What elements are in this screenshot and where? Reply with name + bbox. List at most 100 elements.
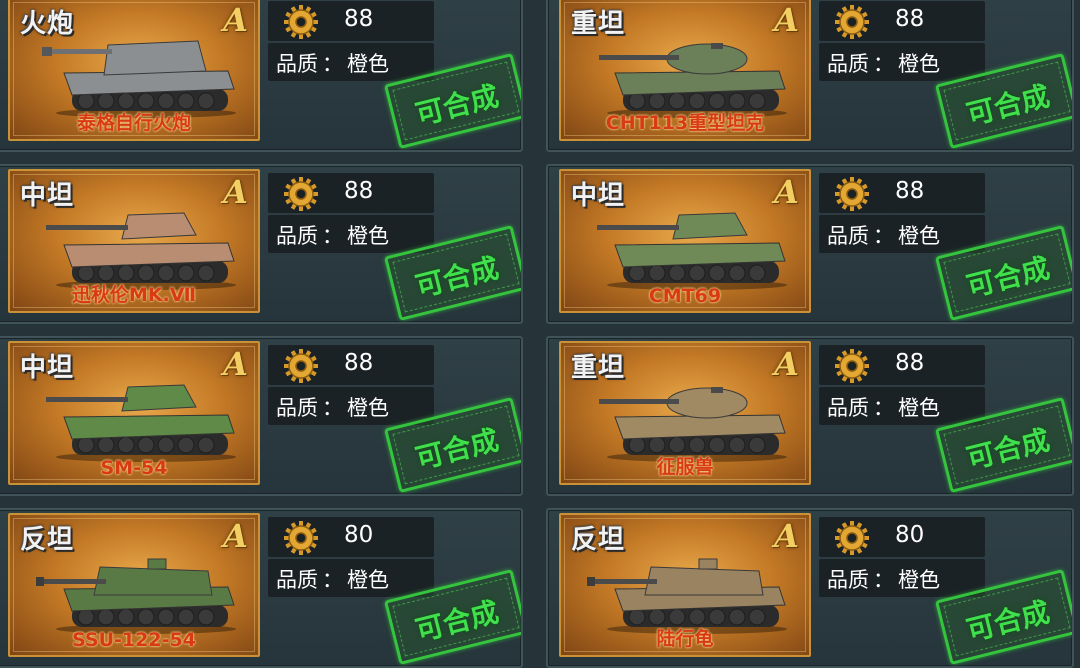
stamp-label: 可合成 (963, 79, 1053, 132)
tank-type-badge: 重坦 (571, 353, 626, 383)
cost-row: 88 (819, 173, 985, 213)
grade-letter: A (774, 517, 799, 555)
stamp-label: 可合成 (412, 423, 502, 476)
gear-icon (284, 349, 318, 383)
grade-letter: A (223, 517, 248, 555)
quality-value: 橙色 (347, 224, 389, 248)
gear-icon (835, 521, 869, 555)
quality-value: 橙色 (898, 396, 940, 420)
quality-separator: ： (873, 224, 894, 248)
tank-portrait[interactable]: 反坦 A SSU-122-54 (8, 513, 260, 657)
stamp-label: 可合成 (963, 423, 1053, 476)
cost-value: 88 (895, 6, 925, 32)
grade-letter: A (223, 1, 248, 39)
quality-text: 品质：橙色 (276, 220, 389, 250)
tank-name: CHT113重型坦克 (605, 112, 765, 134)
cost-value: 80 (895, 522, 925, 548)
quality-row: 品质：橙色 (819, 43, 985, 81)
quality-row: 品质：橙色 (819, 559, 985, 597)
stamp-label: 可合成 (963, 251, 1053, 304)
quality-value: 橙色 (347, 396, 389, 420)
tank-portrait[interactable]: 火炮 A 泰格自行火炮 (8, 0, 260, 141)
gear-icon (284, 5, 318, 39)
gear-icon (835, 5, 869, 39)
tank-portrait[interactable]: 重坦 A CHT113重型坦克 (559, 0, 811, 141)
grade-letter: A (223, 345, 248, 383)
quality-text: 品质：橙色 (276, 564, 389, 594)
quality-label: 品质 (827, 396, 869, 420)
tank-type-badge: 中坦 (20, 181, 75, 211)
tank-portrait[interactable]: 中坦 A 迅秋伦MK.Ⅶ (8, 169, 260, 313)
quality-text: 品质：橙色 (827, 220, 940, 250)
tank-card[interactable]: 中坦 A CMT69 88 品质：橙色 可合成 (546, 164, 1074, 324)
quality-row: 品质：橙色 (268, 43, 434, 81)
quality-row: 品质：橙色 (819, 387, 985, 425)
quality-separator: ： (322, 568, 343, 592)
tank-portrait[interactable]: 中坦 A CMT69 (559, 169, 811, 313)
quality-label: 品质 (827, 224, 869, 248)
tank-name: CMT69 (648, 285, 722, 307)
tank-card[interactable]: 重坦 A 征服兽 88 品质：橙色 可合成 (546, 336, 1074, 496)
quality-text: 品质：橙色 (827, 392, 940, 422)
cost-value: 88 (895, 350, 925, 376)
quality-label: 品质 (827, 568, 869, 592)
quality-label: 品质 (276, 224, 318, 248)
gear-icon (835, 349, 869, 383)
quality-separator: ： (873, 568, 894, 592)
quality-row: 品质：橙色 (268, 387, 434, 425)
quality-separator: ： (322, 52, 343, 76)
grade-letter: A (774, 1, 799, 39)
tank-portrait[interactable]: 重坦 A 征服兽 (559, 341, 811, 485)
tank-card[interactable]: 火炮 A 泰格自行火炮 88 品质：橙色 可合成 (0, 0, 523, 152)
quality-separator: ： (322, 396, 343, 420)
tank-card[interactable]: 中坦 A SM-54 88 品质：橙色 可合成 (0, 336, 523, 496)
tank-name: 迅秋伦MK.Ⅶ (71, 284, 197, 306)
quality-row: 品质：橙色 (268, 215, 434, 253)
tank-type-badge: 火炮 (20, 9, 75, 39)
cost-value: 88 (344, 6, 374, 32)
tank-name: SM-54 (100, 457, 168, 479)
cost-value: 88 (895, 178, 925, 204)
cost-row: 88 (268, 173, 434, 213)
stamp-label: 可合成 (412, 79, 502, 132)
stamp-label: 可合成 (963, 595, 1053, 648)
cost-row: 80 (268, 517, 434, 557)
stamp-label: 可合成 (412, 595, 502, 648)
stamp-label: 可合成 (412, 251, 502, 304)
quality-value: 橙色 (898, 224, 940, 248)
tank-card[interactable]: 重坦 A CHT113重型坦克 88 品质：橙色 可合成 (546, 0, 1074, 152)
cost-row: 88 (268, 345, 434, 385)
tank-portrait[interactable]: 反坦 A 陆行龟 (559, 513, 811, 657)
quality-text: 品质：橙色 (827, 564, 940, 594)
tank-collection-grid: 火炮 A 泰格自行火炮 88 品质：橙色 可合成 重坦 A CHT113重型坦克… (0, 0, 1080, 668)
quality-text: 品质：橙色 (276, 392, 389, 422)
cost-row: 88 (268, 1, 434, 41)
cost-value: 80 (344, 522, 374, 548)
tank-card[interactable]: 反坦 A SSU-122-54 80 品质：橙色 可合成 (0, 508, 523, 668)
quality-value: 橙色 (347, 52, 389, 76)
tank-name: 陆行龟 (656, 628, 714, 650)
gear-icon (284, 177, 318, 211)
quality-label: 品质 (827, 52, 869, 76)
grade-letter: A (774, 173, 799, 211)
tank-portrait[interactable]: 中坦 A SM-54 (8, 341, 260, 485)
tank-card[interactable]: 中坦 A 迅秋伦MK.Ⅶ 88 品质：橙色 可合成 (0, 164, 523, 324)
quality-label: 品质 (276, 52, 318, 76)
tank-name: 征服兽 (656, 456, 714, 478)
quality-label: 品质 (276, 396, 318, 420)
grade-letter: A (223, 173, 248, 211)
tank-type-badge: 中坦 (20, 353, 75, 383)
quality-row: 品质：橙色 (268, 559, 434, 597)
quality-label: 品质 (276, 568, 318, 592)
tank-name: 泰格自行火炮 (76, 112, 191, 134)
tank-type-badge: 反坦 (20, 525, 75, 555)
tank-card[interactable]: 反坦 A 陆行龟 80 品质：橙色 可合成 (546, 508, 1074, 668)
quality-row: 品质：橙色 (819, 215, 985, 253)
quality-separator: ： (873, 396, 894, 420)
tank-type-badge: 反坦 (571, 525, 626, 555)
quality-value: 橙色 (347, 568, 389, 592)
gear-icon (284, 521, 318, 555)
cost-row: 88 (819, 1, 985, 41)
quality-separator: ： (322, 224, 343, 248)
tank-name: SSU-122-54 (72, 629, 196, 651)
